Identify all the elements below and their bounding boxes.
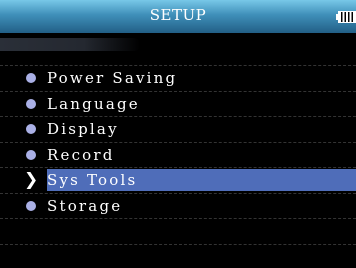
menu-item-display[interactable]: Display xyxy=(0,117,356,143)
menu-item-sys-tools[interactable]: ❯ Sys Tools xyxy=(0,168,356,194)
battery-body xyxy=(338,11,356,23)
battery-icon xyxy=(336,11,356,23)
menu-empty-row xyxy=(0,219,356,245)
bullet-icon xyxy=(26,149,36,160)
menu-empty-row xyxy=(0,245,356,268)
menu-item-power-saving[interactable]: Power Saving xyxy=(0,66,356,92)
menu-item-record[interactable]: Record xyxy=(0,143,356,168)
menu-item-label: Record xyxy=(47,145,115,164)
menu-item-label: Display xyxy=(47,120,119,138)
arrow-right-icon: ❯ xyxy=(24,170,39,190)
sub-header-bar xyxy=(0,38,140,51)
menu-item-label: Power Saving xyxy=(47,69,178,87)
menu-item-storage[interactable]: Storage xyxy=(0,194,356,219)
menu-item-label: Language xyxy=(47,94,140,113)
bullet-icon xyxy=(26,124,36,134)
bullet-icon xyxy=(26,200,36,211)
bullet-icon xyxy=(26,73,36,83)
bullet-icon xyxy=(26,98,36,109)
page-title: SETUP xyxy=(149,6,207,24)
setup-menu: Power Saving Language Display Record ❯ S… xyxy=(0,65,356,268)
title-bar: SETUP xyxy=(0,0,356,33)
menu-item-label: Sys Tools xyxy=(47,171,138,189)
setup-screen: SETUP Power Saving Language Display Reco… xyxy=(0,0,356,268)
menu-item-label: Storage xyxy=(47,196,123,215)
menu-item-language[interactable]: Language xyxy=(0,92,356,117)
